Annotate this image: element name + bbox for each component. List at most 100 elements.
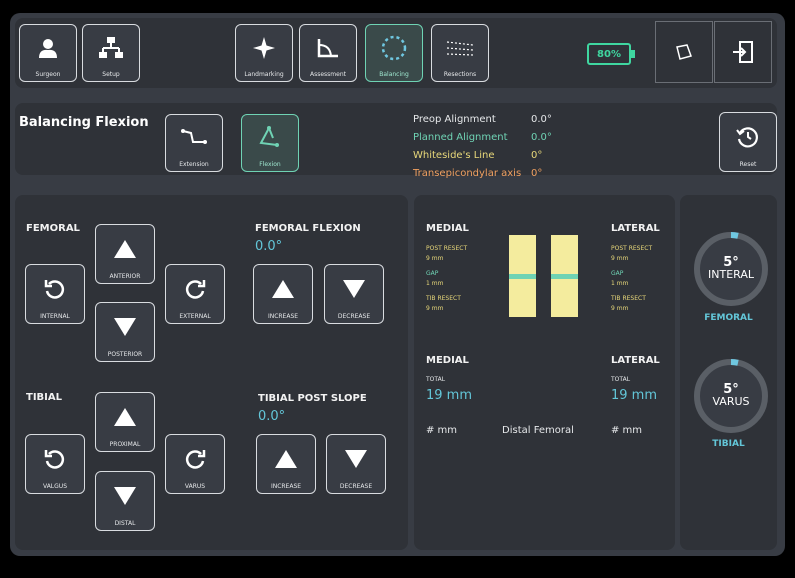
decrease-label: DECREASE [337,313,371,320]
controls-panel: FEMORAL ANTERIOR INTERNAL EXTERNAL POSTE… [15,195,408,550]
rotate-ccw-icon [26,435,84,483]
device-screen: Surgeon Setup Landmarking Assessment Bal… [10,13,785,556]
rotate-ccw-icon [26,265,84,313]
distal-button[interactable]: DISTAL [95,471,155,531]
gauge-panel: 5° INTERAL FEMORAL 5° VARUS TIBIAL [680,195,777,550]
anterior-button[interactable]: ANTERIOR [95,224,155,284]
arrow-up-icon [96,225,154,273]
flexion-label: Flexion [259,161,281,168]
flexion-button[interactable]: Flexion [241,114,299,172]
extension-button[interactable]: Extension [165,114,223,172]
posterior-label: POSTERIOR [107,351,143,358]
tibial-slope-decrease-button[interactable]: DECREASE [326,434,386,494]
balancing-button[interactable]: Balancing [365,24,423,82]
valgus-button[interactable]: VALGUS [25,434,85,494]
posterior-button[interactable]: POSTERIOR [95,302,155,362]
surgeon-label: Surgeon [35,71,61,78]
femoral-flexion-decrease-button[interactable]: DECREASE [324,264,384,324]
assessment-button[interactable]: Assessment [299,24,357,82]
lateral-post-resect-label: POST RESECT [611,245,653,252]
arrow-up-icon [96,393,154,441]
lateral-total-label: TOTAL [611,376,631,383]
medial-gap-bar [509,235,536,317]
lateral-gap-bar [551,235,578,317]
anterior-label: ANTERIOR [109,273,141,280]
rotate-cw-icon [166,265,224,313]
medial-post-resect-label: POST RESECT [426,245,468,252]
gauge-indicator [730,359,739,366]
assessment-label: Assessment [310,71,346,78]
exit-icon [733,41,753,63]
tibial-title: TIBIAL [26,392,62,403]
preop-alignment-label: Preop Alignment [413,114,496,125]
gap-panel: MEDIAL LATERAL POST RESECT 9 mm GAP 1 mm… [414,195,675,550]
arrow-down-icon [96,472,154,520]
whitesides-line-value: 0° [531,150,543,161]
angle-icon [300,25,356,71]
battery-tip [631,50,635,58]
tibial-post-slope-value: 0.0° [258,409,286,424]
medial-post-resect-value: 9 mm [426,255,444,262]
transepicondylar-axis-value: 0° [531,168,543,179]
tibial-post-slope-title: TIBIAL POST SLOPE [258,393,367,404]
surgeon-button[interactable]: Surgeon [19,24,77,82]
lateral-gap-label: GAP [611,270,624,277]
extension-icon [166,115,222,161]
medial-heading: MEDIAL [426,223,469,234]
medial-gap-marker [509,274,536,279]
femoral-flexion-value: 0.0° [255,239,283,254]
top-nav: Surgeon Setup Landmarking Assessment Bal… [15,18,777,88]
arrow-down-icon [327,435,385,483]
external-button[interactable]: EXTERNAL [165,264,225,324]
external-label: EXTERNAL [179,313,211,320]
history-icon [720,113,776,161]
medial-tib-resect-label: TIB RESECT [426,295,461,302]
valgus-label: VALGUS [42,483,68,490]
medial-distal-value: # mm [426,425,458,436]
medial-total-value: 19 mm [426,388,473,403]
increase-label: INCREASE [270,483,302,490]
tibial-slope-increase-button[interactable]: INCREASE [256,434,316,494]
header-panel: Balancing Flexion Extension Flexion Preo… [15,103,777,179]
arrow-up-icon [254,265,312,313]
landmarking-label: Landmarking [244,71,284,78]
balancing-label: Balancing [379,71,409,78]
battery-indicator: 80% [587,43,635,65]
window-icon-button[interactable] [655,21,713,83]
arrow-down-icon [96,303,154,351]
medial-total-label: TOTAL [426,376,446,383]
lateral-post-resect-value: 9 mm [611,255,629,262]
gauge-indicator [730,232,739,239]
tibial-gauge-label: TIBIAL [712,439,745,449]
exit-button[interactable] [714,21,772,83]
internal-button[interactable]: INTERNAL [25,264,85,324]
proximal-label: PROXIMAL [109,441,141,448]
varus-label: VARUS [184,483,206,490]
page-title: Balancing Flexion [19,115,149,130]
lateral-total-heading: LATERAL [611,355,660,366]
femoral-flexion-increase-button[interactable]: INCREASE [253,264,313,324]
femoral-gauge-label: FEMORAL [704,313,753,323]
reset-button[interactable]: Reset [719,112,777,172]
planned-alignment-label: Planned Alignment [413,132,508,143]
loading-circle-icon [366,25,422,71]
proximal-button[interactable]: PROXIMAL [95,392,155,452]
lateral-tib-resect-label: TIB RESECT [611,295,646,302]
whitesides-line-label: Whiteside's Line [413,150,495,161]
landmarking-button[interactable]: Landmarking [235,24,293,82]
planned-alignment-value: 0.0° [531,132,552,143]
planned-alignment-row: Planned Alignment 0.0° [413,132,552,143]
increase-label: INCREASE [267,313,299,320]
setup-button[interactable]: Setup [82,24,140,82]
internal-label: INTERNAL [40,313,70,320]
lateral-distal-value: # mm [611,425,643,436]
medial-gap-value: 1 mm [426,280,444,287]
transepicondylar-axis-label: Transepicondylar axis [413,168,522,179]
setup-label: Setup [102,71,120,78]
distal-label: DISTAL [114,520,136,527]
arrow-down-icon [325,265,383,313]
medial-tib-resect-value: 9 mm [426,305,444,312]
resections-button[interactable]: Resections [431,24,489,82]
varus-button[interactable]: VARUS [165,434,225,494]
reset-label: Reset [739,161,757,168]
